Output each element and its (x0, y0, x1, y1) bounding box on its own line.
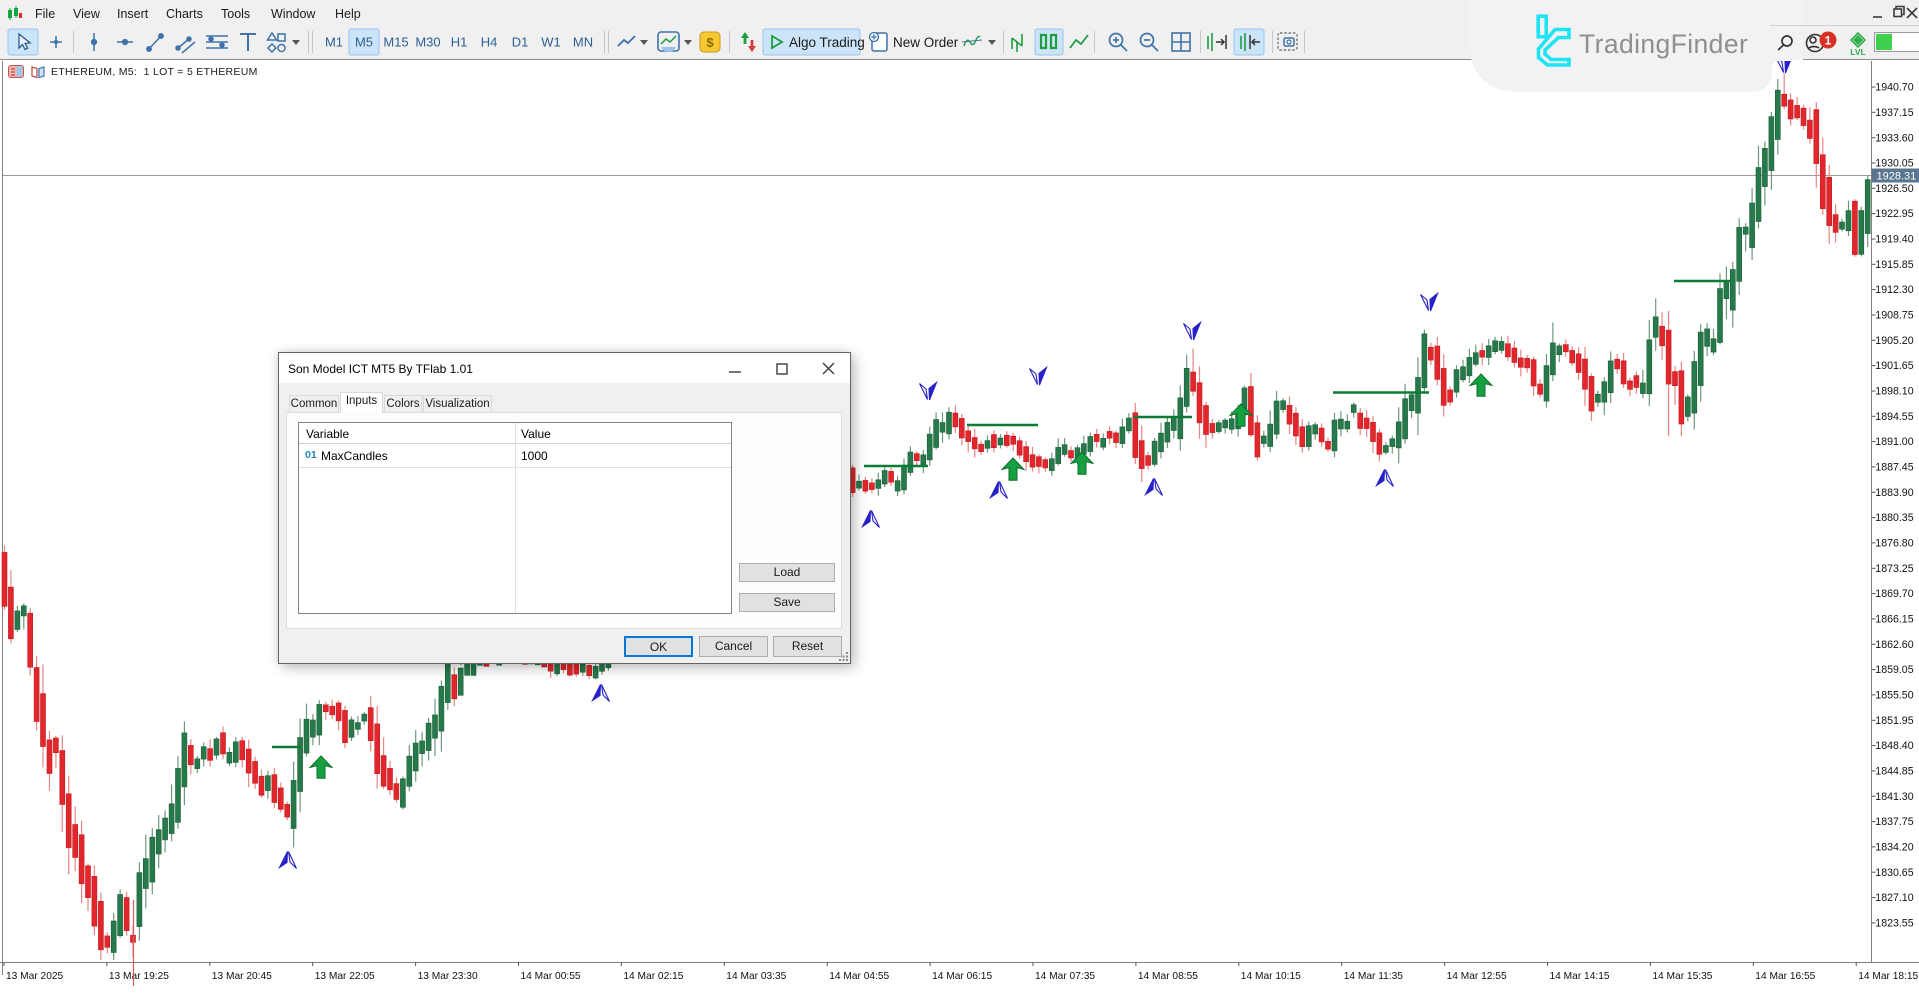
svg-text:1894.55: 1894.55 (1875, 411, 1913, 423)
svg-text:D1: D1 (512, 35, 529, 50)
svg-text:1844.85: 1844.85 (1875, 766, 1913, 778)
svg-text:M30: M30 (415, 35, 440, 50)
svg-text:14 Mar 10:15: 14 Mar 10:15 (1241, 971, 1301, 982)
svg-text:1912.30: 1912.30 (1875, 284, 1913, 296)
svg-text:M5: M5 (355, 35, 373, 50)
svg-text:14 Mar 12:55: 14 Mar 12:55 (1447, 971, 1507, 982)
svg-text:New Order: New Order (893, 35, 959, 50)
svg-text:LVL: LVL (1850, 47, 1865, 57)
svg-text:1933.60: 1933.60 (1875, 132, 1913, 144)
svg-text:H4: H4 (481, 35, 498, 50)
svg-text:M1: M1 (325, 35, 343, 50)
svg-text:$: $ (706, 35, 714, 50)
svg-text:13 Mar 20:45: 13 Mar 20:45 (212, 971, 272, 982)
svg-text:1837.75: 1837.75 (1875, 816, 1913, 828)
svg-text:1905.20: 1905.20 (1875, 335, 1913, 347)
svg-text:W1: W1 (541, 35, 561, 50)
svg-text:1: 1 (1825, 34, 1832, 48)
svg-text:1841.30: 1841.30 (1875, 791, 1913, 803)
svg-text:1940.70: 1940.70 (1875, 82, 1913, 94)
svg-text:1859.05: 1859.05 (1875, 664, 1913, 676)
svg-text:M15: M15 (383, 35, 408, 50)
svg-text:14 Mar 07:35: 14 Mar 07:35 (1035, 971, 1095, 982)
svg-text:14 Mar 11:35: 14 Mar 11:35 (1344, 971, 1404, 982)
svg-text:1937.15: 1937.15 (1875, 107, 1913, 119)
svg-text:1919.40: 1919.40 (1875, 234, 1913, 246)
svg-text:1848.40: 1848.40 (1875, 740, 1913, 752)
svg-text:13 Mar 23:30: 13 Mar 23:30 (418, 971, 478, 982)
svg-text:14 Mar 03:35: 14 Mar 03:35 (726, 971, 786, 982)
svg-text:1898.10: 1898.10 (1875, 386, 1913, 398)
svg-text:H1: H1 (451, 35, 468, 50)
svg-text:14 Mar 15:35: 14 Mar 15:35 (1652, 971, 1712, 982)
svg-text:1873.25: 1873.25 (1875, 563, 1913, 575)
svg-text:14 Mar 16:55: 14 Mar 16:55 (1755, 971, 1815, 982)
svg-text:1891.00: 1891.00 (1875, 436, 1913, 448)
svg-text:14 Mar 04:55: 14 Mar 04:55 (829, 971, 889, 982)
svg-text:1880.35: 1880.35 (1875, 512, 1913, 524)
svg-text:14 Mar 14:15: 14 Mar 14:15 (1550, 971, 1610, 982)
svg-text:14 Mar 02:15: 14 Mar 02:15 (623, 971, 683, 982)
svg-text:MN: MN (573, 35, 593, 50)
svg-text:1823.55: 1823.55 (1875, 918, 1913, 930)
svg-text:1827.10: 1827.10 (1875, 892, 1913, 904)
svg-text:1876.80: 1876.80 (1875, 538, 1913, 550)
svg-text:14 Mar 06:15: 14 Mar 06:15 (932, 971, 992, 982)
svg-text:1830.65: 1830.65 (1875, 867, 1913, 879)
svg-text:14 Mar 00:55: 14 Mar 00:55 (521, 971, 581, 982)
svg-text:1887.45: 1887.45 (1875, 462, 1913, 474)
svg-text:14 Mar 18:15: 14 Mar 18:15 (1858, 971, 1918, 982)
svg-text:1926.50: 1926.50 (1875, 183, 1913, 195)
svg-text:13 Mar 2025: 13 Mar 2025 (6, 971, 64, 982)
svg-text:13 Mar 22:05: 13 Mar 22:05 (315, 971, 375, 982)
svg-text:1930.05: 1930.05 (1875, 158, 1913, 170)
svg-text:1883.90: 1883.90 (1875, 487, 1913, 499)
svg-text:1851.95: 1851.95 (1875, 715, 1913, 727)
svg-text:1922.95: 1922.95 (1875, 208, 1913, 220)
svg-text:Algo Trading: Algo Trading (789, 35, 865, 50)
svg-text:1834.20: 1834.20 (1875, 842, 1913, 854)
svg-text:1862.60: 1862.60 (1875, 639, 1913, 651)
svg-text:1866.15: 1866.15 (1875, 614, 1913, 626)
svg-text:1855.50: 1855.50 (1875, 690, 1913, 702)
svg-text:1869.70: 1869.70 (1875, 588, 1913, 600)
svg-text:13 Mar 19:25: 13 Mar 19:25 (109, 971, 169, 982)
svg-text:1915.85: 1915.85 (1875, 259, 1913, 271)
svg-text:1901.65: 1901.65 (1875, 360, 1913, 372)
svg-text:1928.31: 1928.31 (1877, 171, 1917, 183)
svg-text:14 Mar 08:55: 14 Mar 08:55 (1138, 971, 1198, 982)
svg-text:1908.75: 1908.75 (1875, 310, 1913, 322)
